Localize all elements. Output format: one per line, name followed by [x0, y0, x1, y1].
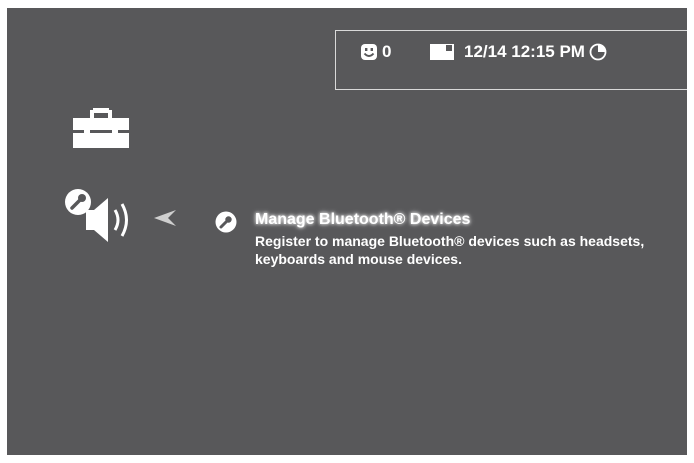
status-bar: 0 12/14 12:15 PM — [335, 30, 687, 90]
friends-indicator: 0 — [360, 42, 391, 62]
menu-item-description: Register to manage Bluetooth® devices su… — [255, 233, 645, 267]
left-arrow-icon — [154, 210, 176, 226]
xmb-screen: 0 12/14 12:15 PM Manage Bluetooth® Devic… — [7, 8, 687, 455]
wrench-speaker-icon[interactable] — [64, 188, 136, 248]
datetime-indicator: 12/14 12:15 PM — [430, 42, 607, 62]
toolbox-icon[interactable] — [73, 108, 129, 148]
menu-item-title[interactable]: Manage Bluetooth® Devices — [255, 211, 470, 229]
message-icon — [430, 44, 454, 60]
datetime-text: 12/14 12:15 PM — [464, 42, 585, 61]
wrench-icon — [215, 211, 237, 233]
clock-icon — [589, 43, 607, 61]
smiley-icon — [361, 44, 377, 60]
friends-count: 0 — [382, 42, 392, 61]
